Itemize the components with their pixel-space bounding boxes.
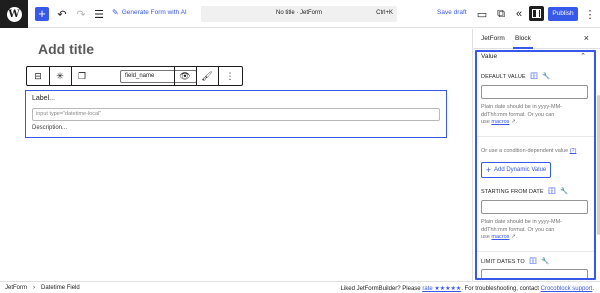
add-block-button[interactable]: + (35, 7, 49, 21)
breadcrumb: JetForm › Datetime Field (5, 285, 80, 291)
document-title: No title · JetForm (275, 10, 322, 16)
default-value-label: DEFAULT VALUE 🗄 🔧 (481, 72, 551, 80)
block-toolbar: ⊟ ✳ ❐ field_name 👁 🖌 ⋮ (26, 66, 243, 86)
style-brush-icon[interactable]: 🖌 (196, 67, 218, 85)
default-value-input[interactable] (481, 85, 588, 99)
tab-jetform[interactable]: JetForm (481, 35, 505, 42)
close-icon[interactable]: × (584, 33, 589, 43)
starting-from-date-label: STARTING FROM DATE 🗄 🔧 (481, 187, 569, 195)
more-options-icon[interactable]: ⋮ (218, 67, 242, 85)
help-link[interactable]: (?) (570, 148, 577, 154)
breadcrumb-datetime-field[interactable]: Datetime Field (41, 285, 80, 291)
database-icon[interactable]: 🗄 (529, 257, 537, 265)
plus-icon: + (485, 164, 491, 175)
editor-footer: JetForm › Datetime Field Liked JetFormBu… (0, 281, 600, 293)
publish-button[interactable]: Publish (548, 7, 578, 21)
editor-canvas: Add title ⊟ ✳ ❐ field_name 👁 🖌 ⋮ Label..… (0, 29, 471, 281)
settings-panel-toggle-icon[interactable] (529, 6, 544, 21)
macros-link[interactable]: macros (491, 119, 509, 125)
sidebar-tabs: JetForm Block × (473, 29, 600, 49)
datetime-field-block[interactable]: Label... input type="datetime-local" Des… (25, 90, 447, 138)
chevron-right-icon: › (33, 285, 36, 291)
settings-sidebar: JetForm Block × Value ⌃ DEFAULT VALUE 🗄 🔧 … (472, 29, 600, 281)
value-panel: Value ⌃ DEFAULT VALUE 🗄 🔧 Plain date shoul… (475, 50, 596, 280)
view-post-icon[interactable]: ⧉ (494, 6, 508, 22)
wordpress-logo-button[interactable]: W (0, 0, 28, 28)
wrench-icon[interactable]: 🔧 (542, 72, 550, 80)
shortcut-hint: Ctrl+K (376, 10, 393, 16)
limit-dates-to-input[interactable] (481, 269, 588, 278)
default-value-help: Plain date should be in yyyy-MM- ddThh:m… (481, 104, 563, 125)
field-label[interactable]: Label... (32, 95, 55, 102)
copy-name-icon[interactable]: ❐ (71, 67, 93, 85)
visibility-eye-icon[interactable]: 👁 (174, 67, 196, 85)
add-dynamic-value-button[interactable]: + Add Dynamic Value (481, 162, 551, 178)
options-menu-icon[interactable]: ⋮ (583, 6, 597, 22)
wrench-icon[interactable]: 🔧 (541, 257, 549, 265)
chevron-up-icon[interactable]: ⌃ (580, 52, 586, 60)
document-overview-icon[interactable]: ☰ (92, 6, 106, 22)
macros-link[interactable]: macros (491, 234, 509, 240)
preview-icon[interactable]: ▭ (475, 6, 489, 22)
tab-block[interactable]: Block (513, 35, 533, 49)
collapse-icon[interactable]: « (512, 6, 526, 22)
field-description[interactable]: Description... (32, 125, 67, 131)
generate-form-ai-button[interactable]: ✎ Generate Form with AI (112, 8, 187, 17)
editor-header: W + ↶ ↷ ☰ ✎ Generate Form with AI No tit… (0, 0, 600, 28)
starting-date-help: Plain date should be in yyyy-MM- ddThh:m… (481, 219, 563, 240)
command-palette-bar[interactable]: No title · JetForm Ctrl+K (201, 6, 397, 22)
rate-link[interactable]: rate ★★★★★ (422, 286, 461, 292)
starting-from-date-input[interactable] (481, 200, 588, 214)
wrench-icon[interactable]: 🔧 (560, 187, 568, 195)
support-link[interactable]: Crocoblock support (541, 286, 593, 292)
breadcrumb-jetform[interactable]: JetForm (5, 285, 27, 291)
wordpress-icon: W (6, 6, 22, 22)
post-title[interactable]: Add title (38, 41, 94, 57)
condition-text: Or use a condition-dependent value (?) (481, 148, 577, 154)
redo-icon[interactable]: ↷ (74, 6, 88, 22)
database-icon[interactable]: 🗄 (530, 72, 538, 80)
generate-form-ai-label: Generate Form with AI (121, 9, 187, 16)
database-icon[interactable]: 🗄 (548, 187, 556, 195)
save-draft-button[interactable]: Save draft (437, 9, 467, 16)
limit-dates-to-label: LIMIT DATES TO 🗄 🔧 (481, 257, 550, 265)
undo-icon[interactable]: ↶ (55, 6, 69, 22)
datetime-input-preview[interactable]: input type="datetime-local" (32, 108, 440, 121)
magic-wand-icon: ✎ (112, 8, 119, 17)
block-type-icon[interactable]: ⊟ (27, 67, 49, 85)
jetform-icon[interactable]: ✳ (49, 67, 71, 85)
footer-message: Liked JetFormBuilder? Please rate ★★★★★.… (340, 286, 594, 292)
panel-title[interactable]: Value (481, 53, 497, 60)
